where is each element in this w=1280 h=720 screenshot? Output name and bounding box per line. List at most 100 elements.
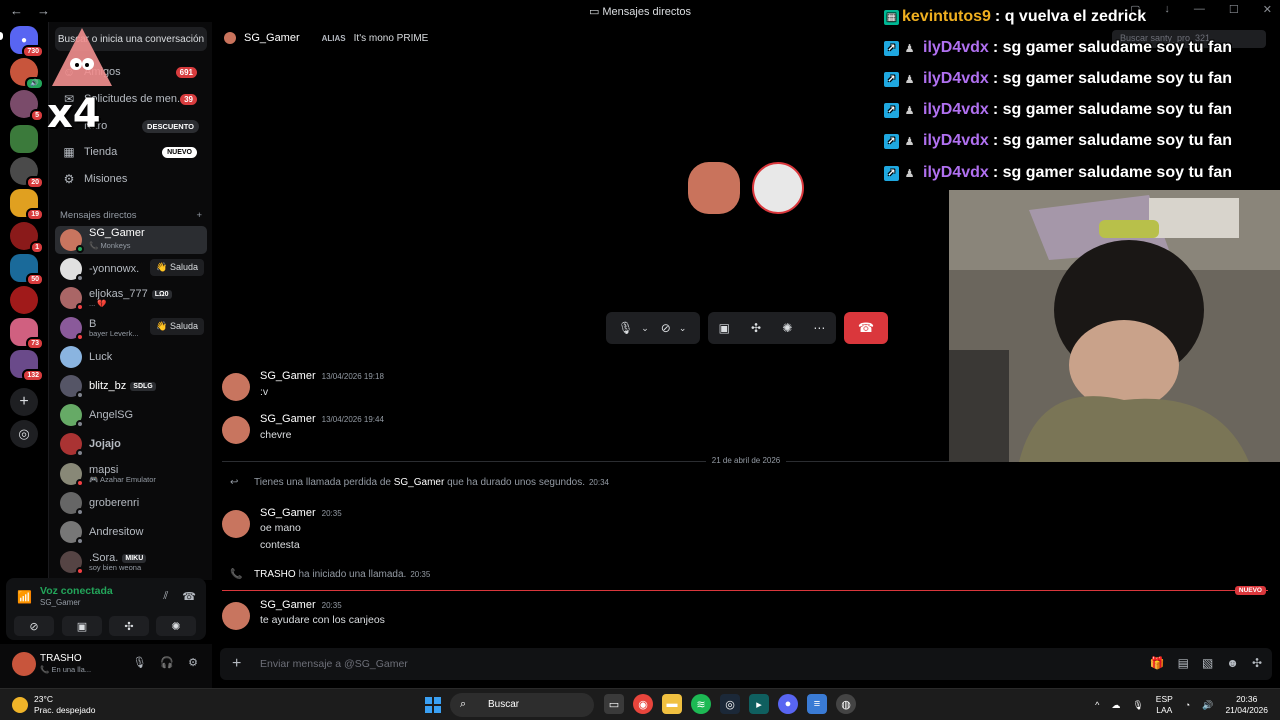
discord-home-button[interactable]: ● 730 (10, 26, 44, 58)
microphone-icon[interactable]: 🎙 (618, 321, 633, 335)
dm-name: Andresitow (89, 526, 144, 538)
guild-badge: 1 (30, 241, 44, 254)
volume-icon[interactable]: 🔊 (1202, 700, 1213, 711)
channel-name[interactable]: SG_Gamer (244, 32, 300, 44)
dm-item-groberenri[interactable]: groberenri (55, 489, 207, 517)
noise-suppression-icon[interactable]: ⫽ (163, 590, 168, 603)
guild-icon-5[interactable]: 19 (10, 189, 44, 221)
message-input[interactable]: Enviar mensaje a @SG_Gamer (260, 658, 408, 670)
hang-up-button[interactable]: ☎ (844, 312, 888, 344)
steam-icon[interactable]: ◎ (720, 694, 740, 714)
disconnect-icon[interactable]: ☎ (182, 590, 196, 603)
message-author[interactable]: SG_Gamer (260, 413, 316, 425)
weather-widget[interactable]: 23°C Prac. despejado (12, 694, 95, 716)
task-view-icon[interactable]: ▭ (604, 694, 624, 714)
dm-item-sora[interactable]: .Sora. MIKU soy bien weona (55, 548, 207, 576)
file-explorer-icon[interactable]: ▬ (662, 694, 682, 714)
obs-icon[interactable]: ◍ (836, 694, 856, 714)
dm-item-yonnowx[interactable]: -yonnowx. 👋 Saluda (55, 255, 207, 283)
wave-button[interactable]: 👋 Saluda (150, 259, 204, 276)
dm-item-mapsi[interactable]: mapsi 🎮 Azahar Emulator (55, 460, 207, 488)
soundboard-button[interactable]: ✺ (156, 616, 196, 636)
message-author[interactable]: SG_Gamer (260, 507, 316, 519)
activities-icon[interactable]: ✣ (751, 321, 761, 335)
create-dm-icon[interactable]: + (196, 210, 202, 221)
dm-status: bayer Leverk... (89, 329, 139, 338)
camera-button[interactable]: ⊘ (14, 616, 54, 636)
dm-item-eljokas[interactable]: eljokas_777 LΩ0 ... 💔 (55, 284, 207, 312)
missed-call-user[interactable]: SG_Gamer (394, 477, 445, 488)
inbox-icon: ▭ (588, 6, 603, 18)
gif-icon[interactable]: ▤ (1178, 656, 1189, 670)
chevron-up-icon[interactable]: ^ (1095, 700, 1099, 710)
discord-icon[interactable]: ● (778, 694, 798, 714)
windows-start-icon[interactable] (425, 697, 441, 713)
dm-item-luck[interactable]: Luck (55, 343, 207, 371)
taskbar-search[interactable]: ⌕ Buscar (450, 693, 594, 717)
guild-icon-8[interactable] (10, 286, 38, 314)
dm-item-b[interactable]: B bayer Leverk... 👋 Saluda (55, 314, 207, 342)
avatar[interactable] (222, 416, 250, 444)
message-author[interactable]: SG_Gamer (260, 599, 316, 611)
avatar[interactable] (222, 510, 250, 538)
guild-icon-1[interactable]: 🔊 (10, 58, 44, 90)
guild-icon-6[interactable]: 1 (10, 222, 44, 254)
language-indicator[interactable]: ESP LAA (1156, 694, 1173, 716)
dm-item-andresitow[interactable]: Andresitow (55, 518, 207, 546)
chat-user: kevintutos9 (902, 8, 991, 25)
chevron-down-icon[interactable]: ⌄ (641, 323, 649, 334)
user-name: TRASHO (40, 653, 82, 664)
microphone-icon[interactable]: 🎙 (1132, 700, 1143, 711)
emoji-icon[interactable]: ☻ (1226, 656, 1239, 670)
camera-off-icon[interactable]: ⊘ (661, 321, 671, 335)
home-badge: 730 (22, 45, 44, 58)
guild-icon-9[interactable]: 73 (10, 318, 44, 350)
activities-button[interactable]: ✣ (109, 616, 149, 636)
spotify-icon[interactable]: ≋ (691, 694, 711, 714)
screen-share-button[interactable]: ▣ (62, 616, 102, 636)
gift-icon[interactable]: 🎁 (1150, 656, 1165, 670)
avatar[interactable] (222, 602, 250, 630)
dm-item-blitz[interactable]: blitz_bz SDLG (55, 372, 207, 400)
add-server-icon[interactable]: + (10, 388, 38, 416)
network-icon[interactable]: ☁ (1111, 700, 1120, 711)
guild-tag: MIKU (122, 553, 147, 563)
patrick-figure-icon (52, 28, 112, 86)
discover-icon[interactable]: ◎ (10, 420, 38, 448)
soundboard-icon[interactable]: ✺ (782, 321, 792, 335)
new-messages-badge: NUEVO (1234, 586, 1266, 595)
nav-shop[interactable]: ▦ Tienda NUEVO (55, 140, 207, 164)
avatar[interactable] (222, 373, 250, 401)
wifi-icon[interactable]: ◔ (1185, 700, 1190, 710)
call-started-notice: 📞 TRASHO ha iniciado una llamada. 20:35 (230, 569, 430, 580)
avatar (60, 375, 84, 399)
call-started-user[interactable]: TRASHO (254, 569, 296, 580)
apps-icon[interactable]: ✣ (1252, 656, 1262, 670)
chevron-down-icon[interactable]: ⌄ (679, 323, 687, 334)
guild-icon-7[interactable]: 50 (10, 254, 44, 286)
screen-share-icon[interactable]: ▣ (719, 321, 730, 335)
message-author[interactable]: SG_Gamer (260, 370, 316, 382)
notepad-icon[interactable]: ≡ (807, 694, 827, 714)
more-options-icon[interactable]: ⋯ (813, 321, 825, 335)
guild-icon-4[interactable]: 20 (10, 157, 44, 189)
dm-item-angelsg[interactable]: AngelSG (55, 401, 207, 429)
sticker-icon[interactable]: ▧ (1202, 656, 1213, 670)
guild-icon-3[interactable] (10, 125, 38, 153)
terminal-icon[interactable]: ▸ (749, 694, 769, 714)
guild-icon-10[interactable]: 132 (10, 350, 44, 382)
nav-quests[interactable]: ⚙ Misiones (55, 167, 207, 191)
clock[interactable]: 20:36 21/04/2026 (1225, 694, 1268, 716)
chrome-icon[interactable]: ◉ (633, 694, 653, 714)
settings-gear-icon[interactable]: ⚙ (188, 656, 198, 669)
avatar[interactable] (12, 652, 36, 676)
microphone-icon[interactable]: 🎙 (132, 656, 146, 669)
dm-item-jojajo[interactable]: Jojajo (55, 430, 207, 458)
attach-plus-icon[interactable]: + (232, 655, 241, 673)
wave-button[interactable]: 👋 Saluda (150, 318, 204, 335)
mic-controls[interactable]: 🎙 ⌄ ⊘ ⌄ (606, 312, 700, 344)
headphones-icon[interactable]: 🎧 (160, 656, 174, 669)
guild-icon-2[interactable]: 5 (10, 90, 44, 122)
dm-item-sg-gamer[interactable]: SG_Gamer 📞 Monkeys (55, 226, 207, 254)
voice-status[interactable]: Voz conectada (40, 585, 113, 597)
